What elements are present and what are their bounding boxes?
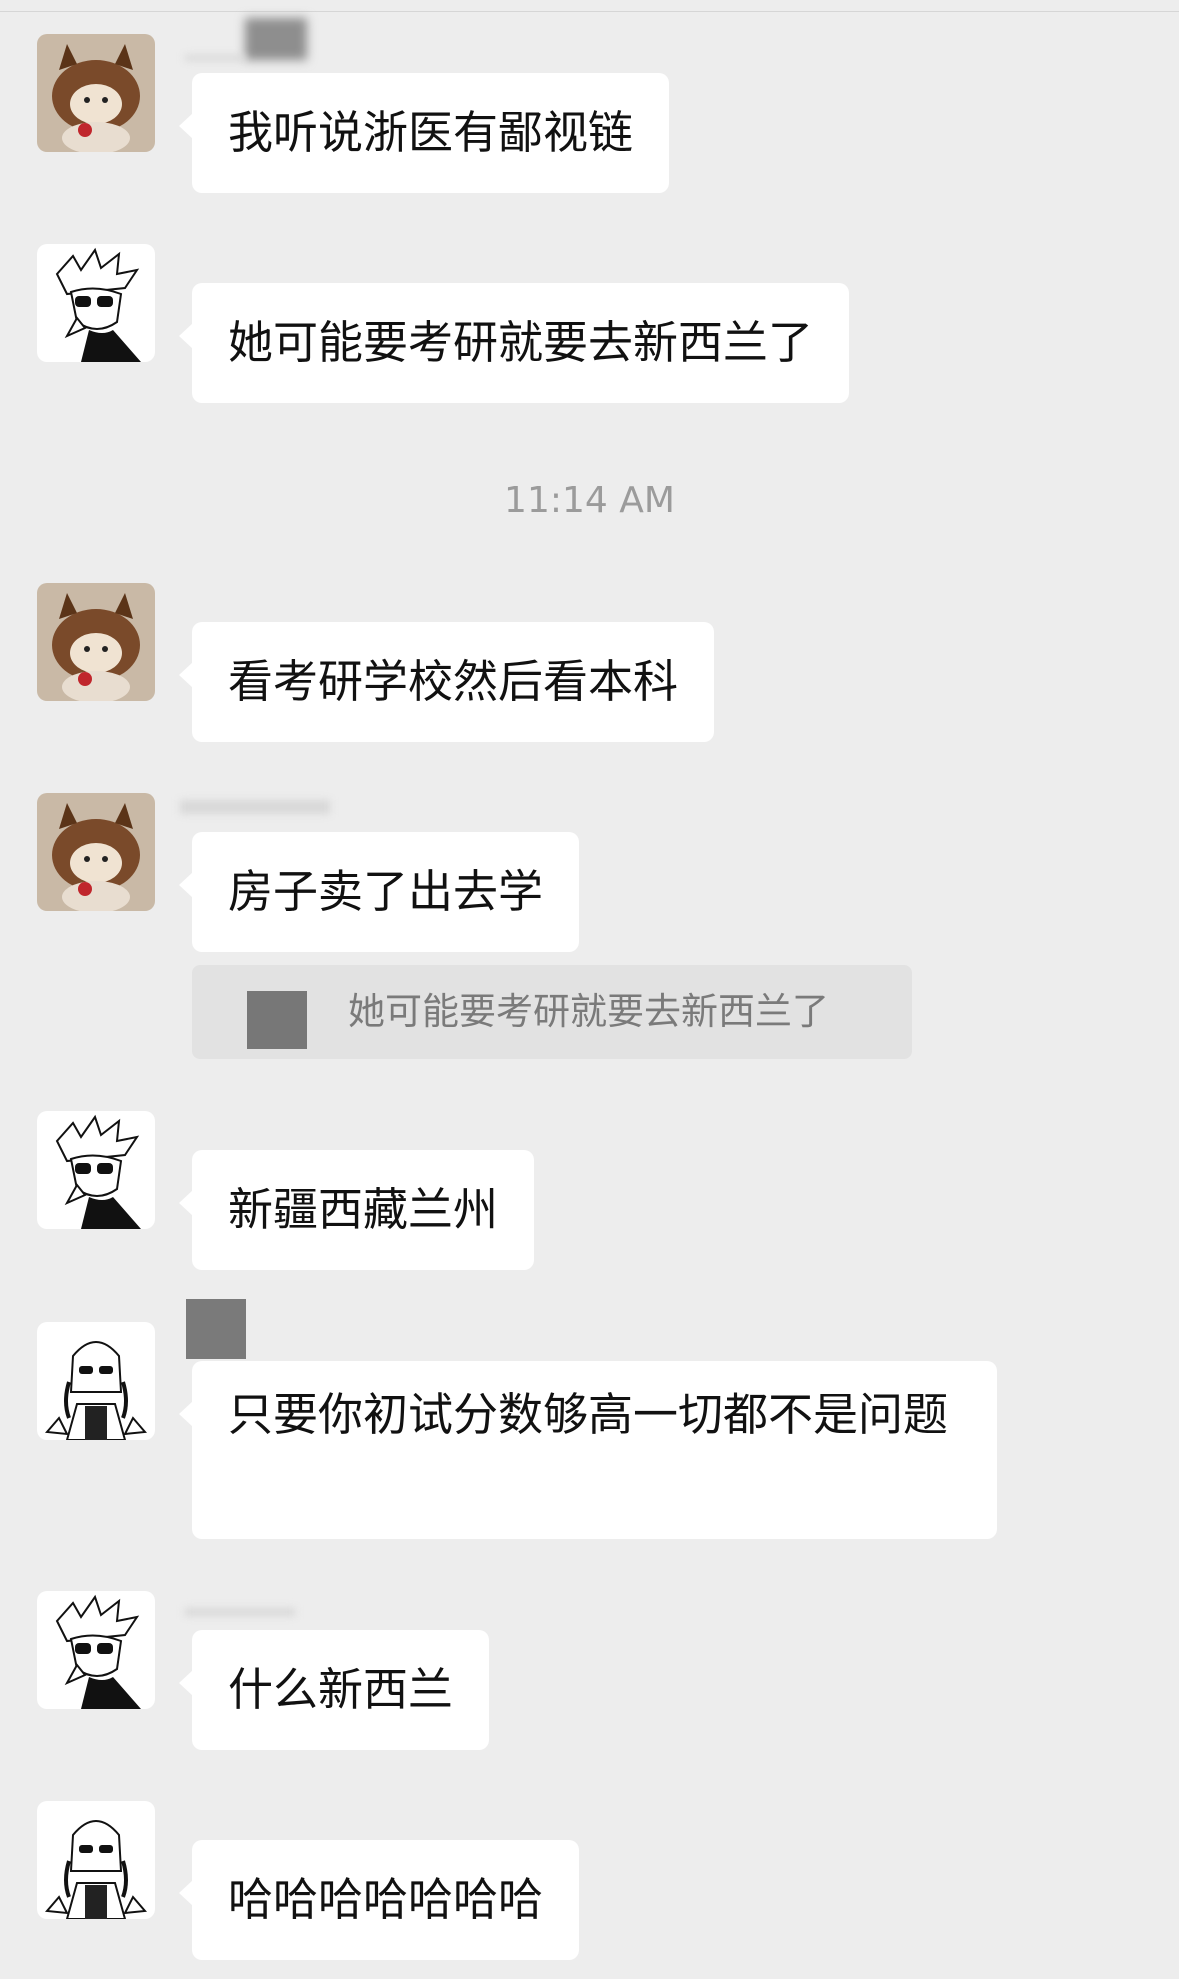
avatar-plush[interactable] [37, 793, 155, 911]
message-text: 看考研学校然后看本科 [228, 655, 679, 708]
sender-name-blurred [185, 1608, 295, 1616]
message-text: 哈哈哈哈哈哈哈 [228, 1873, 544, 1926]
message-bubble[interactable]: 看考研学校然后看本科 [178, 622, 715, 742]
chat-timestamp: 11:14 AM [504, 480, 675, 521]
quote-avatar-blurred [247, 991, 307, 1049]
sender-name-blurred [245, 18, 307, 60]
avatar-sunglasses-boy[interactable] [37, 1591, 155, 1709]
avatar-plush[interactable] [37, 34, 155, 152]
sender-name-blurred [180, 800, 330, 814]
quoted-text: 她可能要考研就要去新西兰了 [348, 990, 829, 1033]
message-text: 什么新西兰 [228, 1663, 454, 1716]
message-text: 新疆西藏兰州 [228, 1183, 499, 1236]
message-bubble[interactable]: 什么新西兰 [178, 1630, 490, 1750]
message-text: 只要你初试分数够高一切都不是问题 [228, 1388, 949, 1441]
message-bubble[interactable]: 我听说浙医有鄙视链 [178, 73, 670, 193]
sender-name-blurred [186, 1299, 246, 1359]
message-bubble[interactable]: 新疆西藏兰州 [178, 1150, 535, 1270]
message-bubble[interactable]: 房子卖了出去学 [178, 832, 580, 952]
message-bubble[interactable]: 只要你初试分数够高一切都不是问题 [179, 1361, 997, 1539]
message-bubble[interactable]: 哈哈哈哈哈哈哈 [178, 1840, 580, 1960]
message-text: 她可能要考研就要去新西兰了 [228, 316, 814, 369]
avatar-sunglasses-boy[interactable] [37, 244, 155, 362]
avatar-braided-girl[interactable] [37, 1801, 155, 1919]
avatar-braided-girl[interactable] [37, 1322, 155, 1440]
message-text: 我听说浙医有鄙视链 [228, 106, 634, 159]
message-bubble[interactable]: 她可能要考研就要去新西兰了 [178, 283, 850, 403]
sender-name-blurred [185, 55, 245, 61]
avatar-plush[interactable] [37, 583, 155, 701]
message-text: 房子卖了出去学 [228, 865, 544, 918]
quoted-message[interactable]: 她可能要考研就要去新西兰了 [192, 965, 912, 1059]
avatar-sunglasses-boy[interactable] [37, 1111, 155, 1229]
top-divider [0, 0, 1179, 12]
